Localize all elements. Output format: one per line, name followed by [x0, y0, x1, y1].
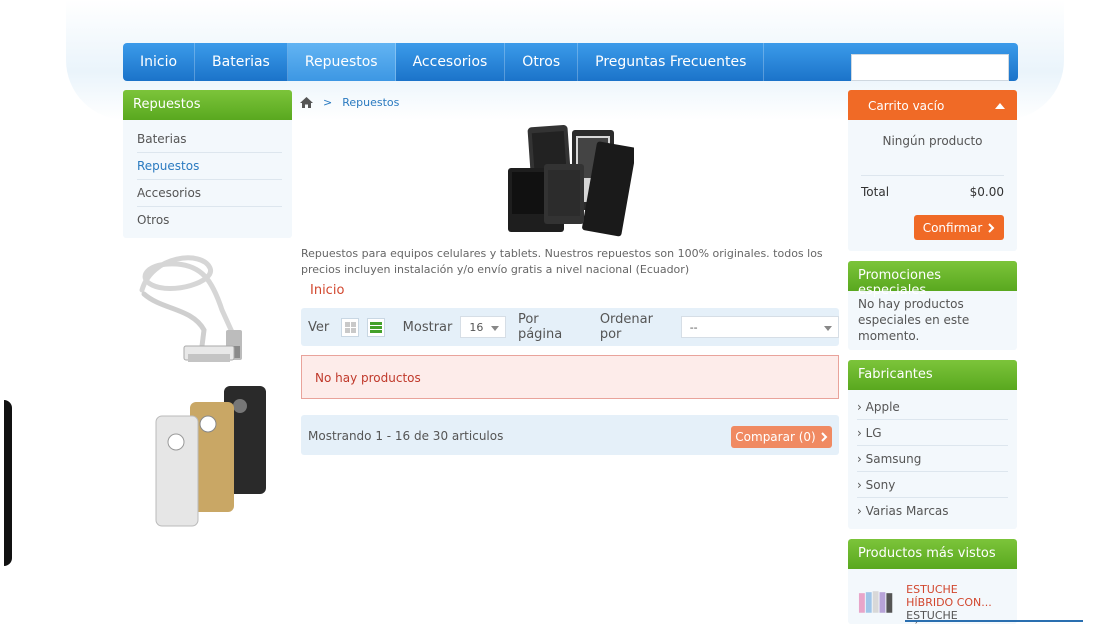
nav-item-preguntas-frecuentes[interactable]: Preguntas Frecuentes [578, 43, 765, 81]
manufacturer-label: LG [865, 426, 882, 440]
confirm-button[interactable]: Confirmar [914, 215, 1004, 240]
nav-item-baterias[interactable]: Baterias [195, 43, 288, 81]
manufacturer-item[interactable]: › LG [857, 420, 1008, 446]
product-toolbar: Ver Mostrar 16 Por página Ordenar por -- [301, 308, 840, 346]
list-view-button[interactable] [366, 317, 385, 337]
breadcrumb-current[interactable]: Repuestos [342, 96, 399, 109]
cart-total-label: Total [861, 185, 890, 199]
manufacturer-label: Varias Marcas [865, 504, 949, 518]
cable-product-image[interactable] [132, 250, 256, 372]
compare-button[interactable]: Comparar (0) [731, 426, 832, 448]
compare-label: Comparar (0) [735, 430, 816, 444]
chevron-right-icon [820, 432, 828, 442]
nav-item-accesorios[interactable]: Accesorios [396, 43, 506, 81]
divider-line [905, 620, 1083, 622]
manufacturer-label: Sony [865, 478, 896, 492]
sidebar-item-otros[interactable]: Otros [137, 207, 282, 234]
grid-icon [344, 321, 356, 333]
chevron-down-icon [490, 326, 499, 331]
sort-select[interactable]: -- [680, 316, 840, 338]
sort-label: Ordenar por [599, 312, 653, 342]
show-label: Mostrar [402, 319, 453, 335]
category-image [508, 124, 634, 237]
inicio-link[interactable]: Inicio [310, 283, 344, 298]
nav-item-inicio[interactable]: Inicio [123, 43, 196, 81]
grid-view-button[interactable] [341, 317, 359, 337]
manufacturer-item[interactable]: › Samsung [857, 446, 1008, 472]
promotions-text: No hay productos especiales en este mome… [858, 297, 970, 343]
viewed-product[interactable]: ESTUCHE HÍBRIDO CON... ESTUCHE HÍBRIDO [848, 569, 1017, 624]
results-count: Mostrando 1 - 16 de 30 articulos [308, 429, 504, 443]
manufacturers-title[interactable]: Fabricantes [848, 360, 1017, 390]
promotions-block: Promociones especiales No hay productos … [848, 261, 1017, 350]
cart-empty-text: Ningún producto [882, 134, 983, 148]
confirm-label: Confirmar [922, 220, 983, 235]
chevron-down-icon [824, 326, 833, 331]
breadcrumb: > Repuestos [300, 96, 399, 109]
nav-item-repuestos[interactable]: Repuestos [287, 43, 396, 81]
cart-total-row: Total $0.00 [861, 175, 1004, 199]
cart-header[interactable]: Carrito vacío [848, 90, 1017, 120]
per-page-value: 16 [469, 320, 484, 334]
category-sidebar: Repuestos Baterias Repuestos Accesorios … [123, 90, 292, 238]
pagination-bar: Mostrando 1 - 16 de 30 articulos Compara… [301, 415, 839, 455]
sidebar-item-baterias[interactable]: Baterias [137, 126, 282, 153]
list-icon [369, 321, 382, 333]
nav-item-otros[interactable]: Otros [505, 43, 579, 81]
no-products-alert: No hay productos [301, 355, 839, 399]
view-label: Ver [308, 319, 330, 335]
cases-product-image[interactable] [154, 382, 272, 530]
home-icon[interactable] [300, 97, 313, 108]
cart-block: Carrito vacío Ningún producto Total $0.0… [848, 90, 1017, 251]
edge-decoration [4, 400, 12, 566]
sidebar-item-repuestos[interactable]: Repuestos [137, 153, 282, 180]
viewed-product-thumbnail[interactable] [857, 587, 898, 615]
cart-title: Carrito vacío [868, 99, 945, 113]
top-nav: Inicio Baterias Repuestos Accesorios Otr… [123, 43, 1018, 81]
per-page-select[interactable]: 16 [460, 316, 506, 338]
promotions-title[interactable]: Promociones especiales [848, 261, 1017, 298]
manufacturer-item[interactable]: › Apple [857, 394, 1008, 420]
category-description: Repuestos para equipos celulares y table… [301, 247, 823, 276]
cart-total-value: $0.00 [969, 185, 1004, 199]
manufacturer-item[interactable]: › Varias Marcas [857, 498, 1008, 524]
collapse-icon[interactable] [995, 103, 1005, 109]
manufacturer-label: Samsung [865, 452, 922, 466]
most-viewed-title[interactable]: Productos más vistos [848, 539, 1017, 569]
sidebar-title: Repuestos [123, 90, 292, 120]
chevron-right-icon [988, 222, 995, 233]
manufacturer-label: Apple [865, 400, 900, 414]
breadcrumb-separator: > [323, 96, 333, 109]
sidebar-item-accesorios[interactable]: Accesorios [137, 180, 282, 207]
per-page-label: Por página [517, 312, 563, 342]
manufacturer-item[interactable]: › Sony [857, 472, 1008, 498]
viewed-product-name[interactable]: ESTUCHE HÍBRIDO CON... [906, 583, 1008, 609]
manufacturers-block: Fabricantes › Apple › LG › Samsung › Son… [848, 360, 1017, 529]
search-input[interactable] [851, 54, 1009, 81]
sort-value: -- [689, 320, 698, 334]
most-viewed-block: Productos más vistos ESTUCHE HÍBRIDO CON… [848, 539, 1017, 624]
